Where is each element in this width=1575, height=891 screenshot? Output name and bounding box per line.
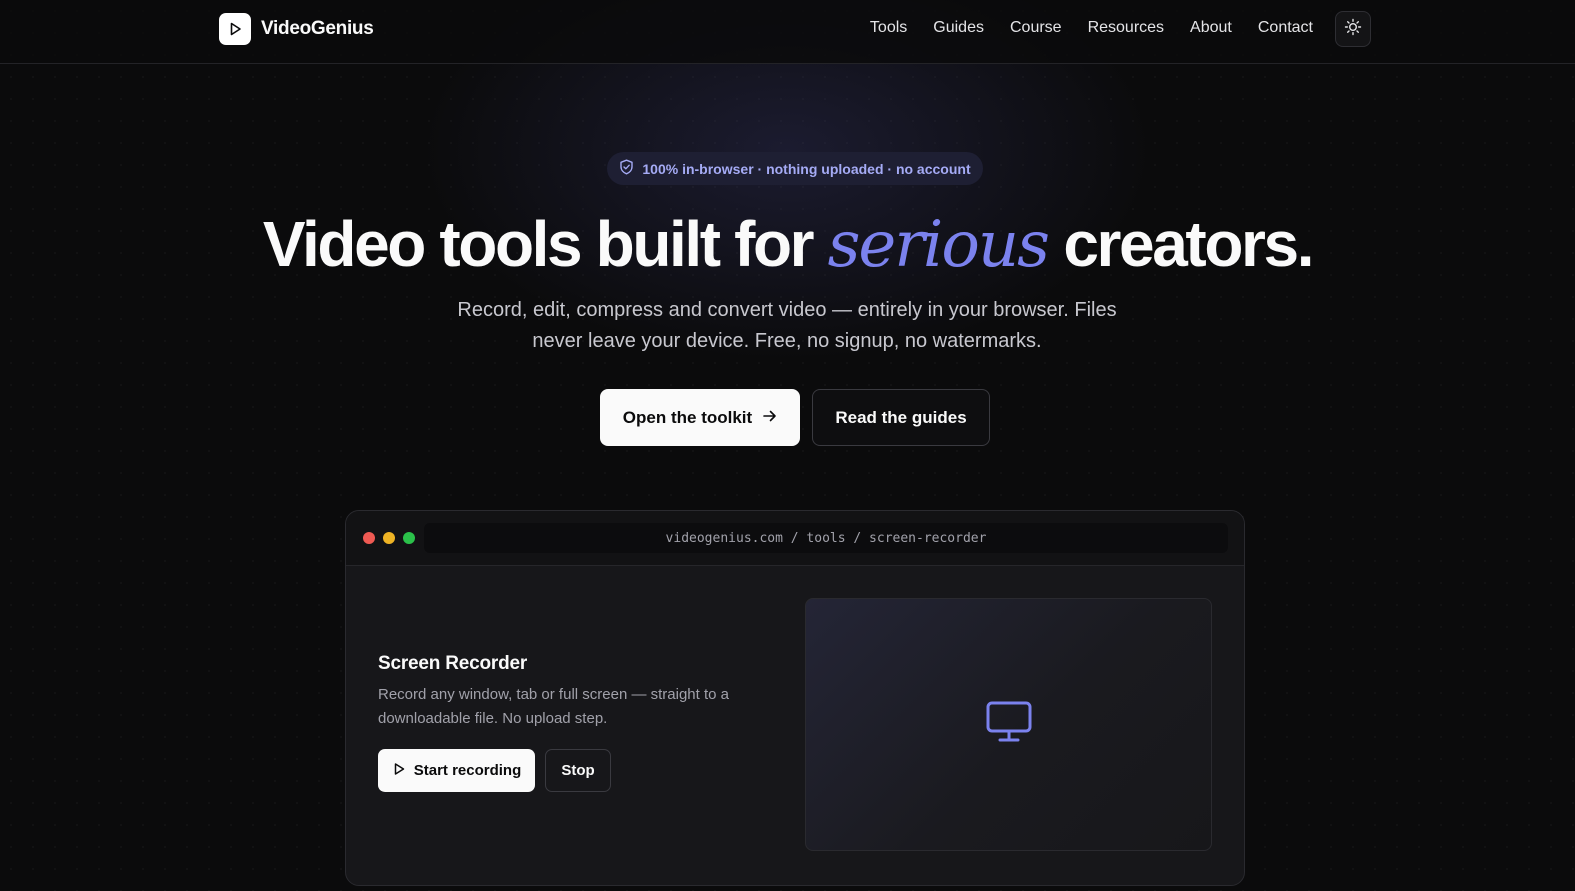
stop-button[interactable]: Stop: [545, 749, 611, 792]
arrow-right-icon: [762, 408, 777, 428]
start-recording-button[interactable]: Start recording: [378, 749, 535, 792]
tool-description: Record any window, tab or full screen — …: [378, 686, 730, 727]
headline-accent: serious: [827, 208, 1050, 282]
start-recording-label: Start recording: [413, 762, 522, 779]
hero-subheadline: Record, edit, compress and convert video…: [457, 299, 1117, 352]
window-close-dot: [363, 532, 375, 544]
window-titlebar: videogenius.com / tools / screen-recorde…: [346, 511, 1244, 566]
play-icon: [219, 13, 251, 45]
nav-link-course[interactable]: Course: [1010, 19, 1062, 37]
headline-part-1: Video tools built for: [262, 208, 828, 280]
headline-part-2: creators.: [1047, 208, 1314, 280]
nav-link-contact[interactable]: Contact: [1258, 19, 1313, 37]
url-bar: videogenius.com / tools / screen-recorde…: [424, 523, 1228, 553]
nav-link-tools[interactable]: Tools: [870, 19, 907, 37]
nav-links: Tools Guides Course Resources About Cont…: [844, 19, 1313, 37]
play-icon: [392, 762, 406, 780]
brand-name: VideoGenius: [261, 18, 374, 39]
open-toolkit-button[interactable]: Open the toolkit: [600, 389, 800, 446]
read-guides-label: Read the guides: [835, 407, 967, 427]
nav-link-about[interactable]: About: [1190, 19, 1232, 37]
badge-text: 100% in-browser · nothing uploaded · no …: [642, 160, 971, 177]
read-guides-button[interactable]: Read the guides: [812, 389, 990, 446]
sun-icon: [1344, 18, 1362, 41]
open-toolkit-label: Open the toolkit: [622, 407, 753, 427]
top-nav: VideoGenius Tools Guides Course Resource…: [0, 0, 1575, 64]
demo-browser-window: videogenius.com / tools / screen-recorde…: [345, 510, 1245, 886]
nav-link-guides[interactable]: Guides: [933, 19, 984, 37]
window-maximize-dot: [403, 532, 415, 544]
nav-link-resources[interactable]: Resources: [1088, 19, 1164, 37]
brand-logo[interactable]: VideoGenius: [219, 13, 374, 45]
shield-check-icon: [619, 159, 634, 178]
hero-headline: Video tools built for serious creators.: [0, 206, 1575, 283]
recording-preview: [805, 598, 1212, 851]
stop-label: Stop: [561, 762, 595, 779]
theme-toggle-button[interactable]: [1335, 11, 1371, 47]
monitor-icon: [985, 700, 1033, 749]
window-minimize-dot: [383, 532, 395, 544]
privacy-badge: 100% in-browser · nothing uploaded · no …: [607, 152, 983, 185]
tool-title: Screen Recorder: [378, 653, 528, 674]
